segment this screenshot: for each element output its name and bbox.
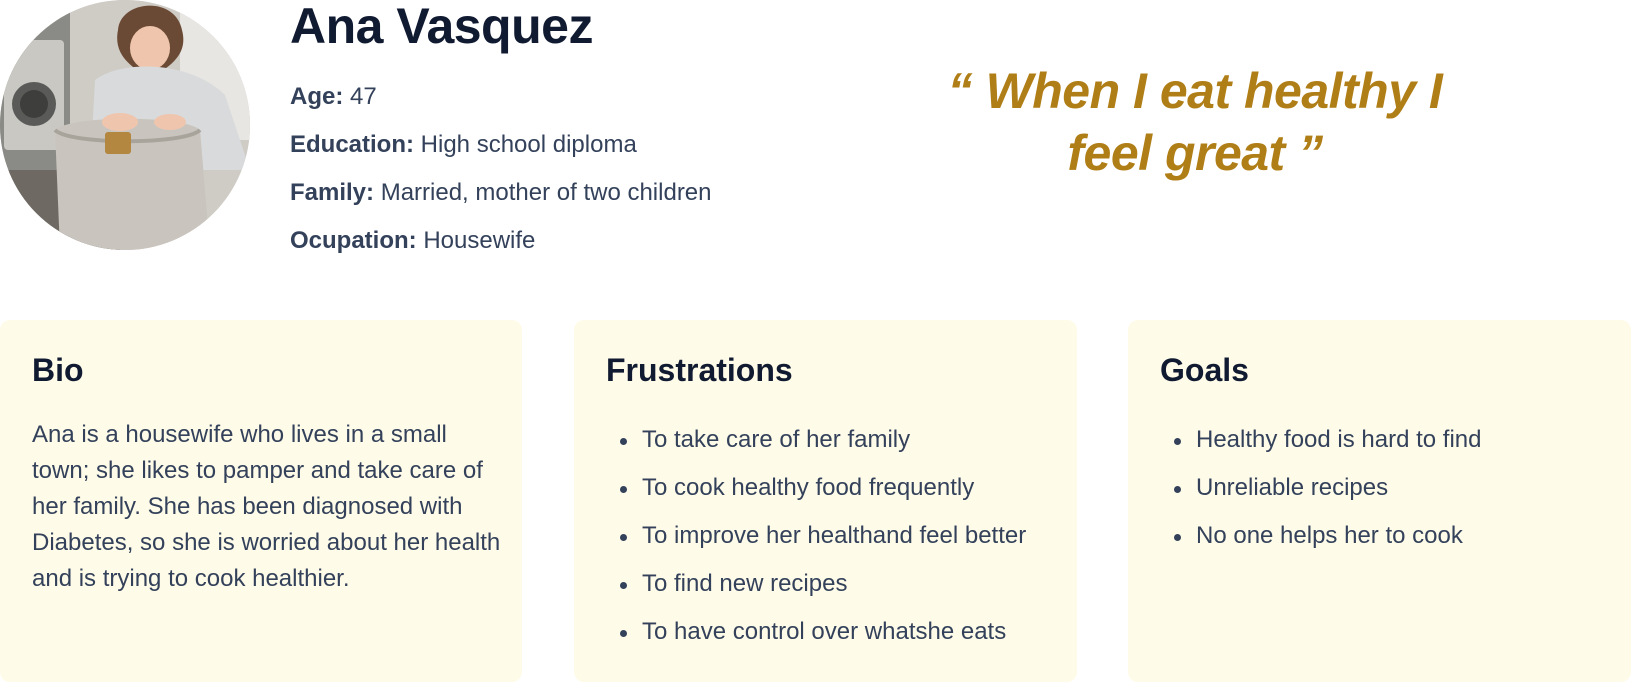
- goal-item: Unreliable recipes: [1160, 470, 1482, 518]
- goals-card: Goals Healthy food is hard to find Unrel…: [1128, 320, 1631, 682]
- detail-occupation-value: Housewife: [423, 227, 536, 254]
- bio-title: Bio: [32, 352, 84, 388]
- frustrations-card: Frustrations To take care of her family …: [574, 320, 1077, 682]
- frustrations-title: Frustrations: [606, 352, 793, 388]
- frustration-item: To find new recipes: [606, 566, 1026, 614]
- detail-age-value: 47: [350, 83, 377, 110]
- bio-text: Ana is a housewife who lives in a small …: [32, 421, 501, 592]
- persona-photo: [0, 0, 250, 250]
- persona-details: Age: 47 Education: High school diploma F…: [290, 80, 712, 272]
- detail-age-label: Age:: [290, 83, 344, 110]
- detail-education-label: Education:: [290, 131, 414, 158]
- persona-quote: “ When I eat healthy I feel great ”: [947, 63, 1443, 181]
- goals-title: Goals: [1160, 352, 1249, 388]
- frustration-item: To cook healthy food frequently: [606, 470, 1026, 518]
- detail-age: Age: 47: [290, 80, 712, 128]
- frustrations-list: To take care of her family To cook healt…: [606, 422, 1026, 662]
- persona-photo-illustration: [0, 0, 250, 250]
- frustration-item: To have control over whatshe eats: [606, 614, 1026, 662]
- detail-occupation: Ocupation: Housewife: [290, 224, 712, 272]
- goal-item: Healthy food is hard to find: [1160, 422, 1482, 470]
- frustration-item: To improve her healthand feel better: [606, 518, 1026, 566]
- detail-education-value: High school diploma: [420, 131, 637, 158]
- bio-card: Bio Ana is a housewife who lives in a sm…: [0, 320, 522, 682]
- persona-name: Ana Vasquez: [290, 0, 593, 54]
- detail-occupation-label: Ocupation:: [290, 227, 417, 254]
- detail-education: Education: High school diploma: [290, 128, 712, 176]
- detail-family-value: Married, mother of two children: [380, 179, 712, 206]
- detail-family: Family: Married, mother of two children: [290, 176, 712, 224]
- goal-item: No one helps her to cook: [1160, 518, 1482, 566]
- frustration-item: To take care of her family: [606, 422, 1026, 470]
- detail-family-label: Family:: [290, 179, 375, 206]
- goals-list: Healthy food is hard to find Unreliable …: [1160, 422, 1482, 566]
